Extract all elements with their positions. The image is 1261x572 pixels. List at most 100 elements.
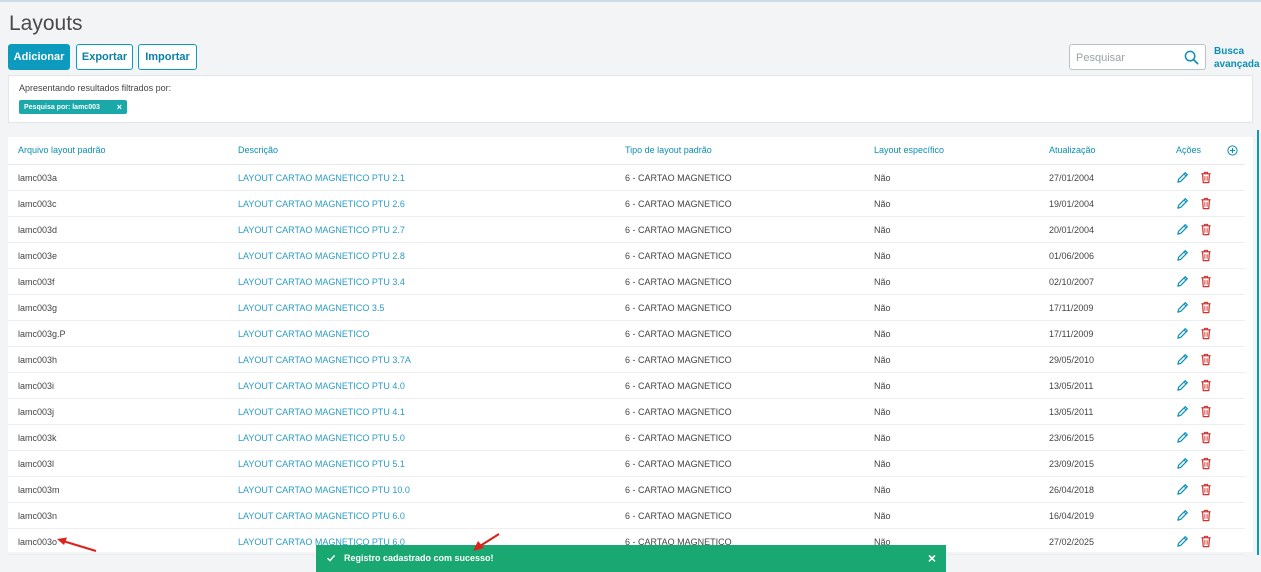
trash-icon[interactable] bbox=[1200, 171, 1212, 184]
cell-arquivo: lamc003i bbox=[18, 381, 55, 391]
pencil-icon[interactable] bbox=[1176, 535, 1189, 548]
pencil-icon[interactable] bbox=[1176, 457, 1189, 470]
check-icon bbox=[327, 554, 336, 562]
cell-atualizacao: 13/05/2011 bbox=[1049, 407, 1094, 417]
cell-descricao[interactable]: LAYOUT CARTAO MAGNETICO bbox=[238, 321, 369, 347]
top-border bbox=[0, 0, 1261, 2]
cell-atualizacao: 26/04/2018 bbox=[1049, 485, 1095, 495]
column-header-tipo[interactable]: Tipo de layout padrão bbox=[625, 137, 712, 164]
pencil-icon[interactable] bbox=[1176, 483, 1189, 496]
cell-especifico: Não bbox=[874, 459, 891, 469]
trash-icon[interactable] bbox=[1200, 379, 1212, 392]
cell-descricao[interactable]: LAYOUT CARTAO MAGNETICO PTU 3.4 bbox=[238, 269, 405, 295]
pencil-icon[interactable] bbox=[1176, 353, 1189, 366]
pencil-icon[interactable] bbox=[1176, 379, 1189, 392]
cell-descricao[interactable]: LAYOUT CARTAO MAGNETICO PTU 4.1 bbox=[238, 399, 405, 425]
table-row: lamc003m LAYOUT CARTAO MAGNETICO PTU 10.0… bbox=[8, 477, 1245, 503]
trash-icon[interactable] bbox=[1200, 353, 1212, 366]
pencil-icon[interactable] bbox=[1176, 275, 1189, 288]
cell-especifico: Não bbox=[874, 355, 891, 365]
cell-atualizacao: 27/02/2025 bbox=[1049, 537, 1095, 547]
pencil-icon[interactable] bbox=[1176, 301, 1189, 314]
pencil-icon[interactable] bbox=[1176, 509, 1189, 522]
table-row: lamc003c LAYOUT CARTAO MAGNETICO PTU 2.6 6… bbox=[8, 191, 1245, 217]
pencil-icon[interactable] bbox=[1176, 171, 1189, 184]
trash-icon[interactable] bbox=[1200, 457, 1212, 470]
cell-atualizacao: 27/01/2004 bbox=[1049, 173, 1095, 183]
cell-descricao[interactable]: LAYOUT CARTAO MAGNETICO PTU 2.6 bbox=[238, 191, 405, 217]
search-input[interactable] bbox=[1076, 49, 1176, 66]
trash-icon[interactable] bbox=[1200, 535, 1212, 548]
plus-circle-icon[interactable] bbox=[1227, 145, 1238, 156]
cell-atualizacao: 13/05/2011 bbox=[1049, 381, 1094, 391]
column-header-especifico[interactable]: Layout específico bbox=[874, 137, 944, 164]
trash-icon[interactable] bbox=[1200, 197, 1212, 210]
table-row: lamc003g.P LAYOUT CARTAO MAGNETICO 6 - CAR… bbox=[8, 321, 1245, 347]
column-header-arquivo[interactable]: Arquivo layout padrão bbox=[18, 137, 106, 164]
trash-icon[interactable] bbox=[1200, 301, 1212, 314]
trash-icon[interactable] bbox=[1200, 275, 1212, 288]
cell-arquivo: lamc003g bbox=[18, 303, 58, 313]
column-header-acoes: Ações bbox=[1176, 145, 1202, 155]
trash-icon[interactable] bbox=[1200, 483, 1212, 496]
cell-descricao[interactable]: LAYOUT CARTAO MAGNETICO PTU 5.1 bbox=[238, 451, 405, 477]
cell-especifico: Não bbox=[874, 485, 891, 495]
chip-close-icon[interactable]: × bbox=[117, 102, 122, 112]
page-title: Layouts bbox=[9, 12, 83, 35]
cell-descricao[interactable]: LAYOUT CARTAO MAGNETICO 3.5 bbox=[238, 295, 384, 321]
cell-tipo: 6 - CARTAO MAGNETICO bbox=[625, 433, 732, 443]
cell-especifico: Não bbox=[874, 407, 891, 417]
cell-tipo: 6 - CARTAO MAGNETICO bbox=[625, 303, 732, 313]
cell-arquivo: lamc003a bbox=[18, 173, 58, 183]
import-button[interactable]: Importar bbox=[138, 44, 197, 70]
cell-descricao[interactable]: LAYOUT CARTAO MAGNETICO PTU 3.7A bbox=[238, 347, 411, 373]
search-icon[interactable] bbox=[1184, 50, 1199, 65]
toast-close-icon[interactable]: × bbox=[928, 551, 936, 565]
advanced-search-line1: Busca bbox=[1214, 46, 1245, 57]
cell-atualizacao: 01/06/2006 bbox=[1049, 251, 1095, 261]
cell-descricao[interactable]: LAYOUT CARTAO MAGNETICO PTU 2.8 bbox=[238, 243, 405, 269]
arrow-icon bbox=[57, 537, 97, 553]
cell-descricao[interactable]: LAYOUT CARTAO MAGNETICO PTU 6.0 bbox=[238, 503, 405, 529]
table-row: lamc003g LAYOUT CARTAO MAGNETICO 3.5 6 - C… bbox=[8, 295, 1245, 321]
table-row: lamc003h LAYOUT CARTAO MAGNETICO PTU 3.7A… bbox=[8, 347, 1245, 373]
column-header-atualizacao[interactable]: Atualização bbox=[1049, 137, 1096, 164]
cell-tipo: 6 - CARTAO MAGNETICO bbox=[625, 225, 732, 235]
search-box bbox=[1069, 44, 1206, 70]
cell-descricao[interactable]: LAYOUT CARTAO MAGNETICO PTU 2.1 bbox=[238, 165, 405, 191]
cell-especifico: Não bbox=[874, 433, 891, 443]
cell-tipo: 6 - CARTAO MAGNETICO bbox=[625, 459, 732, 469]
trash-icon[interactable] bbox=[1200, 327, 1212, 340]
pencil-icon[interactable] bbox=[1176, 223, 1189, 236]
export-button[interactable]: Exportar bbox=[76, 44, 133, 70]
pencil-icon[interactable] bbox=[1176, 405, 1189, 418]
cell-atualizacao: 17/11/2009 bbox=[1049, 303, 1094, 313]
cell-descricao[interactable]: LAYOUT CARTAO MAGNETICO PTU 4.0 bbox=[238, 373, 405, 399]
advanced-search-link[interactable]: Busca avançada bbox=[1214, 45, 1260, 71]
trash-icon[interactable] bbox=[1200, 431, 1212, 444]
cell-arquivo: lamc003m bbox=[18, 485, 60, 495]
cell-tipo: 6 - CARTAO MAGNETICO bbox=[625, 277, 732, 287]
table-row: lamc003e LAYOUT CARTAO MAGNETICO PTU 2.8 6… bbox=[8, 243, 1245, 269]
cell-atualizacao: 02/10/2007 bbox=[1049, 277, 1095, 287]
cell-especifico: Não bbox=[874, 225, 891, 235]
pencil-icon[interactable] bbox=[1176, 249, 1189, 262]
column-header-descricao[interactable]: Descrição bbox=[238, 137, 278, 164]
cell-descricao[interactable]: LAYOUT CARTAO MAGNETICO PTU 5.0 bbox=[238, 425, 405, 451]
table-row: lamc003i LAYOUT CARTAO MAGNETICO PTU 4.0 6… bbox=[8, 373, 1245, 399]
cell-especifico: Não bbox=[874, 511, 891, 521]
pencil-icon[interactable] bbox=[1176, 327, 1189, 340]
cell-descricao[interactable]: LAYOUT CARTAO MAGNETICO PTU 2.7 bbox=[238, 217, 405, 243]
cell-descricao[interactable]: LAYOUT CARTAO MAGNETICO PTU 10.0 bbox=[238, 477, 410, 503]
filter-chip[interactable]: Pesquisa por: lamc003 × bbox=[19, 100, 127, 114]
pencil-icon[interactable] bbox=[1176, 197, 1189, 210]
pencil-icon[interactable] bbox=[1176, 431, 1189, 444]
trash-icon[interactable] bbox=[1200, 405, 1212, 418]
trash-icon[interactable] bbox=[1200, 509, 1212, 522]
trash-icon[interactable] bbox=[1200, 249, 1212, 262]
table-row: lamc003a LAYOUT CARTAO MAGNETICO PTU 2.1 6… bbox=[8, 165, 1245, 191]
add-button[interactable]: Adicionar bbox=[8, 44, 70, 70]
trash-icon[interactable] bbox=[1200, 223, 1212, 236]
cell-atualizacao: 23/09/2015 bbox=[1049, 459, 1095, 469]
table-row: lamc003k LAYOUT CARTAO MAGNETICO PTU 5.0 6… bbox=[8, 425, 1245, 451]
